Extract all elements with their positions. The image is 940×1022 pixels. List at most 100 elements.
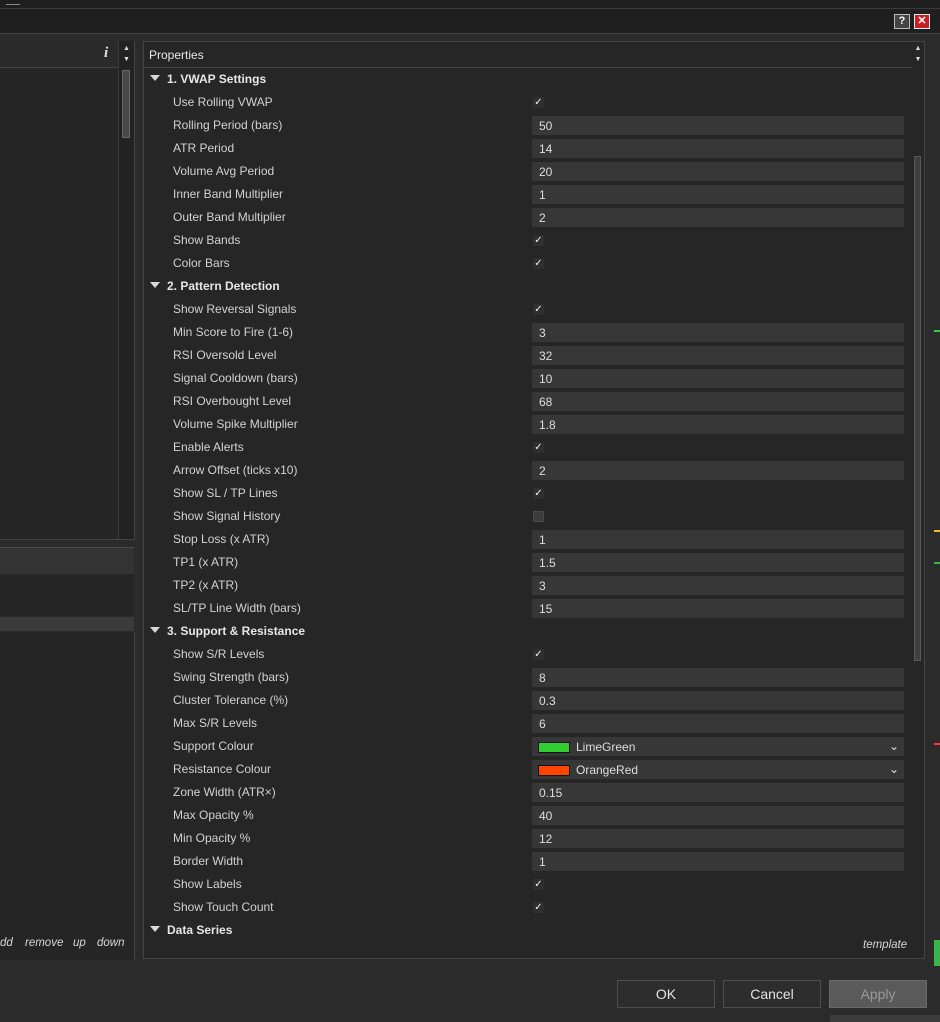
- add-link[interactable]: dd: [0, 937, 13, 949]
- remove-link[interactable]: remove: [25, 937, 63, 949]
- chevron-down-icon[interactable]: ⌄: [889, 762, 899, 776]
- property-checkbox[interactable]: ✓: [533, 304, 544, 315]
- property-label: Rolling Period (bars): [173, 118, 283, 132]
- bottom-edge: [830, 1015, 940, 1022]
- property-input[interactable]: 1: [532, 852, 904, 871]
- property-group-header[interactable]: 3. Support & Resistance: [144, 620, 912, 643]
- scroll-down-icon[interactable]: ▼: [912, 54, 924, 66]
- config-list-panel[interactable]: [0, 632, 135, 960]
- property-group-header[interactable]: Data Series: [144, 919, 912, 936]
- apply-button[interactable]: Apply: [829, 980, 927, 1008]
- property-row: RSI Oversold Level 32: [144, 344, 912, 367]
- property-value: 68: [539, 395, 553, 409]
- property-row: Swing Strength (bars) 8: [144, 666, 912, 689]
- property-checkbox[interactable]: [533, 511, 544, 522]
- property-label: Use Rolling VWAP: [173, 95, 273, 109]
- info-icon[interactable]: i: [104, 45, 108, 62]
- property-checkbox[interactable]: ✓: [533, 258, 544, 269]
- property-input[interactable]: 14: [532, 139, 904, 158]
- property-input[interactable]: 6: [532, 714, 904, 733]
- color-dropdown[interactable]: LimeGreen ⌄: [532, 737, 904, 756]
- property-label: Stop Loss (x ATR): [173, 532, 270, 546]
- property-label: Inner Band Multiplier: [173, 187, 284, 201]
- property-group-title: 2. Pattern Detection: [167, 279, 280, 293]
- property-group-header[interactable]: 1. VWAP Settings: [144, 68, 912, 91]
- help-button[interactable]: ?: [894, 14, 910, 29]
- scroll-thumb[interactable]: [122, 70, 130, 138]
- property-checkbox[interactable]: ✓: [533, 879, 544, 890]
- property-input[interactable]: 3: [532, 576, 904, 595]
- property-input[interactable]: 2: [532, 461, 904, 480]
- property-row: Max Opacity % 40: [144, 804, 912, 827]
- properties-header: Properties: [144, 42, 912, 68]
- property-input[interactable]: 8: [532, 668, 904, 687]
- property-input[interactable]: 1.8: [532, 415, 904, 434]
- property-label: Show Reversal Signals: [173, 302, 297, 316]
- indicator-list-scrollbar[interactable]: ▲ ▼: [118, 41, 134, 539]
- template-link[interactable]: template: [863, 939, 907, 951]
- property-label: Min Opacity %: [173, 831, 251, 845]
- property-checkbox[interactable]: ✓: [533, 488, 544, 499]
- property-input[interactable]: 0.3: [532, 691, 904, 710]
- property-label: Show Touch Count: [173, 900, 274, 914]
- config-section-body: [0, 574, 134, 616]
- property-value: 3: [539, 326, 546, 340]
- scroll-thumb[interactable]: [914, 156, 921, 661]
- indicator-list-panel[interactable]: i ▲ ▼: [0, 41, 135, 540]
- property-input[interactable]: 68: [532, 392, 904, 411]
- up-link[interactable]: up: [73, 937, 86, 949]
- close-button[interactable]: ✕: [914, 14, 930, 29]
- down-link[interactable]: down: [97, 937, 125, 949]
- property-input[interactable]: 1.5: [532, 553, 904, 572]
- property-row: Show Touch Count ✓: [144, 896, 912, 919]
- property-row: SL/TP Line Width (bars) 15: [144, 597, 912, 620]
- property-group-title: 1. VWAP Settings: [167, 72, 267, 86]
- property-input[interactable]: 2: [532, 208, 904, 227]
- property-input[interactable]: 12: [532, 829, 904, 848]
- property-row: Inner Band Multiplier 1: [144, 183, 912, 206]
- property-row: Max S/R Levels 6: [144, 712, 912, 735]
- property-input[interactable]: 50: [532, 116, 904, 135]
- config-section-header: [0, 547, 134, 575]
- property-label: Show Labels: [173, 877, 242, 891]
- property-value: 0.15: [539, 786, 563, 800]
- property-value: 3: [539, 579, 546, 593]
- property-label: Volume Spike Multiplier: [173, 417, 298, 431]
- properties-scrollbar[interactable]: [912, 152, 924, 672]
- collapse-arrow-icon[interactable]: [150, 627, 160, 633]
- properties-scroll-arrows[interactable]: ▲ ▼: [912, 42, 924, 67]
- property-input[interactable]: 20: [532, 162, 904, 181]
- collapse-arrow-icon[interactable]: [150, 926, 160, 932]
- property-label: Show SL / TP Lines: [173, 486, 278, 500]
- property-input[interactable]: 40: [532, 806, 904, 825]
- property-input[interactable]: 3: [532, 323, 904, 342]
- cancel-button[interactable]: Cancel: [723, 980, 821, 1008]
- property-input[interactable]: 10: [532, 369, 904, 388]
- color-name: LimeGreen: [576, 740, 636, 754]
- property-group-header[interactable]: 2. Pattern Detection: [144, 275, 912, 298]
- property-value: 2: [539, 211, 546, 225]
- property-input[interactable]: 0.15: [532, 783, 904, 802]
- property-checkbox[interactable]: ✓: [533, 649, 544, 660]
- collapse-arrow-icon[interactable]: [150, 282, 160, 288]
- chevron-down-icon[interactable]: ⌄: [889, 739, 899, 753]
- ok-button[interactable]: OK: [617, 980, 715, 1008]
- property-value: 8: [539, 671, 546, 685]
- property-value: 50: [539, 119, 553, 133]
- property-label: Swing Strength (bars): [173, 670, 290, 684]
- property-row: Use Rolling VWAP ✓: [144, 91, 912, 114]
- property-row: Resistance Colour OrangeRed ⌄: [144, 758, 912, 781]
- property-row: Zone Width (ATR×) 0.15: [144, 781, 912, 804]
- collapse-arrow-icon[interactable]: [150, 75, 160, 81]
- property-input[interactable]: 15: [532, 599, 904, 618]
- property-checkbox[interactable]: ✓: [533, 442, 544, 453]
- scroll-down-icon[interactable]: ▼: [119, 54, 134, 66]
- property-input[interactable]: 32: [532, 346, 904, 365]
- property-label: Zone Width (ATR×): [173, 785, 276, 799]
- property-input[interactable]: 1: [532, 530, 904, 549]
- property-checkbox[interactable]: ✓: [533, 235, 544, 246]
- property-checkbox[interactable]: ✓: [533, 97, 544, 108]
- property-input[interactable]: 1: [532, 185, 904, 204]
- color-dropdown[interactable]: OrangeRed ⌄: [532, 760, 904, 779]
- property-checkbox[interactable]: ✓: [533, 902, 544, 913]
